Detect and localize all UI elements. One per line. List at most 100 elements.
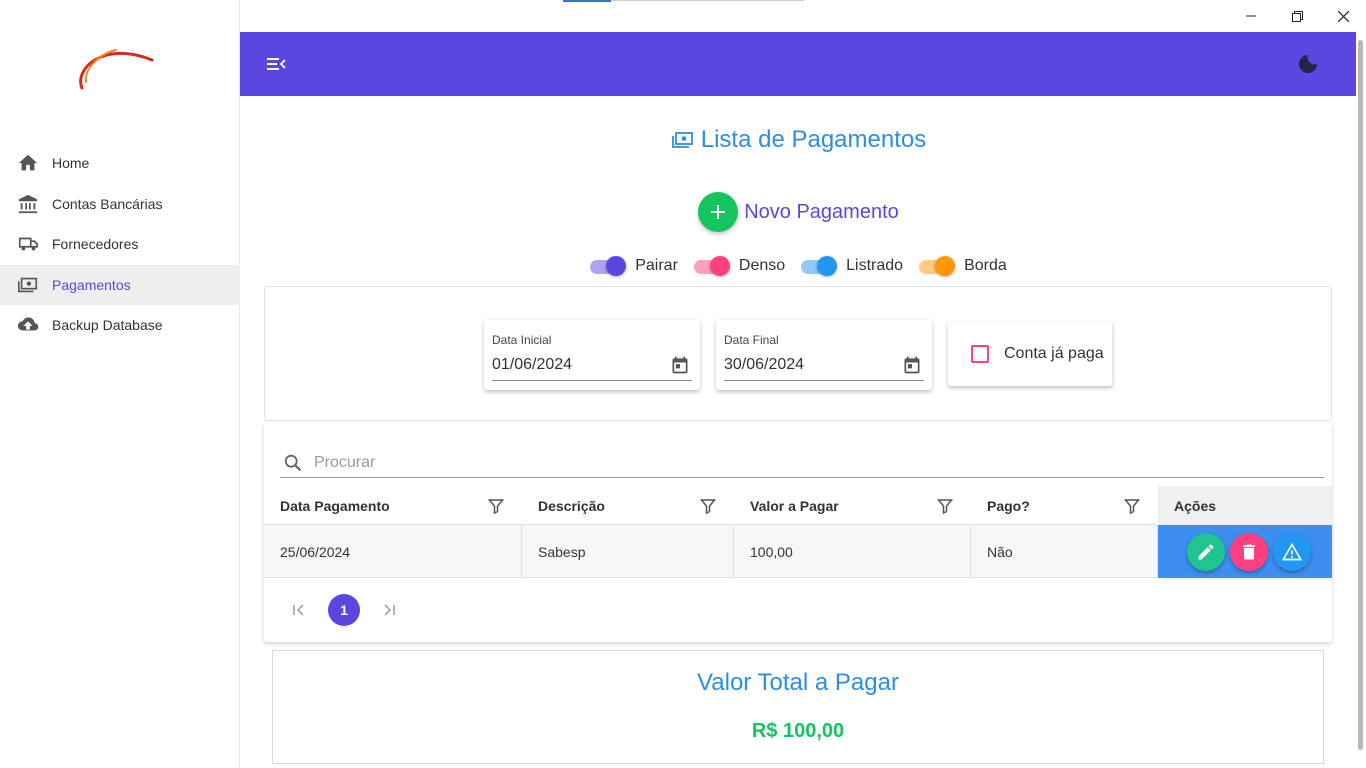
table-row[interactable]: 25/06/2024 Sabesp 100,00 Não xyxy=(264,525,1332,578)
column-header[interactable]: Pago? xyxy=(971,486,1158,525)
title-tab-indicator xyxy=(563,0,611,2)
new-payment-label[interactable]: Novo Pagamento xyxy=(744,201,899,224)
new-payment-group: Novo Pagamento xyxy=(241,192,1356,232)
column-title: Descrição xyxy=(538,497,605,514)
total-panel: Valor Total a Pagar R$ 100,00 xyxy=(272,650,1324,764)
column-header[interactable]: Data Pagamento xyxy=(264,486,522,525)
sidebar-item-contas-bancarias[interactable]: Contas Bancárias xyxy=(0,184,240,225)
toggle-label: Pairar xyxy=(635,257,678,274)
warning-icon xyxy=(1282,542,1302,560)
search-input[interactable]: Procurar xyxy=(314,454,375,472)
truck-icon xyxy=(16,232,40,256)
toggle-borda[interactable]: Borda xyxy=(919,256,1007,276)
minimize-icon[interactable] xyxy=(1228,0,1274,32)
restore-icon[interactable] xyxy=(1274,0,1320,32)
start-date-field[interactable]: Data Inicial 01/06/2024 xyxy=(484,320,700,390)
end-date-field[interactable]: Data Final 30/06/2024 xyxy=(716,320,932,390)
last-page-icon[interactable] xyxy=(374,595,404,625)
calendar-icon[interactable] xyxy=(670,355,690,375)
cell-descricao: Sabesp xyxy=(522,525,734,578)
add-payment-button[interactable] xyxy=(698,192,739,232)
sidebar-item-label: Pagamentos xyxy=(52,276,131,293)
payments-table: Procurar Data Pagamento Descrição Valor … xyxy=(264,422,1332,642)
column-header[interactable]: Descrição xyxy=(522,486,734,525)
app-logo xyxy=(72,40,156,92)
first-page-icon[interactable] xyxy=(284,595,314,625)
search-icon xyxy=(282,452,304,474)
filter-panel: Data Inicial 01/06/2024 Data Final 30/06… xyxy=(264,286,1332,421)
sidebar-item-label: Fornecedores xyxy=(52,236,139,253)
cell-data-pagamento: 25/06/2024 xyxy=(264,525,522,578)
plus-icon xyxy=(711,205,726,219)
sidebar-nav: Home Contas Bancárias Fornecedores Pagam… xyxy=(0,143,240,346)
title-tab-line xyxy=(611,0,804,1)
column-title: Valor a Pagar xyxy=(750,497,839,514)
dark-mode-icon[interactable] xyxy=(1296,52,1320,76)
menu-collapse-icon[interactable] xyxy=(264,52,288,76)
close-icon[interactable] xyxy=(1320,0,1366,32)
paid-filter[interactable]: Conta já paga xyxy=(948,322,1112,386)
paid-checkbox-label: Conta já paga xyxy=(1004,345,1104,362)
toggle-pairar[interactable]: Pairar xyxy=(590,256,678,276)
search-bar[interactable]: Procurar xyxy=(280,448,1324,478)
sidebar-item-label: Home xyxy=(52,155,90,172)
calendar-icon[interactable] xyxy=(902,355,922,375)
pagination: 1 xyxy=(284,594,404,626)
delete-button[interactable] xyxy=(1230,532,1268,571)
field-underline xyxy=(724,380,924,381)
column-header-actions: Ações xyxy=(1158,486,1332,525)
field-underline xyxy=(492,380,692,381)
table-header: Data Pagamento Descrição Valor a Pagar P… xyxy=(264,486,1332,525)
sidebar-item-home[interactable]: Home xyxy=(0,143,240,184)
toggle-listrado[interactable]: Listrado xyxy=(801,256,903,276)
end-date-label: Data Final xyxy=(724,333,779,347)
filter-icon[interactable] xyxy=(1124,498,1140,514)
cell-pago: Não xyxy=(971,525,1158,578)
paid-checkbox[interactable] xyxy=(971,345,989,363)
filter-icon[interactable] xyxy=(488,498,504,514)
end-date-value[interactable]: 30/06/2024 xyxy=(724,356,804,374)
start-date-label: Data Inicial xyxy=(492,333,552,347)
switch[interactable] xyxy=(919,256,956,276)
sidebar-item-backup-database[interactable]: Backup Database xyxy=(0,305,240,346)
column-header[interactable]: Valor a Pagar xyxy=(734,486,971,525)
warning-button[interactable] xyxy=(1273,532,1311,571)
toggle-label: Denso xyxy=(738,257,786,274)
sidebar-item-fornecedores[interactable]: Fornecedores xyxy=(0,224,240,265)
switch[interactable] xyxy=(693,256,730,276)
sidebar-item-label: Contas Bancárias xyxy=(52,195,163,212)
edit-icon xyxy=(1198,543,1214,559)
scrollbar[interactable] xyxy=(1356,32,1366,768)
start-date-value[interactable]: 01/06/2024 xyxy=(492,356,572,374)
toggle-label: Borda xyxy=(964,257,1007,274)
cloud-upload-icon xyxy=(16,313,40,337)
filter-icon[interactable] xyxy=(937,498,953,514)
total-title: Valor Total a Pagar xyxy=(697,669,899,696)
home-icon xyxy=(16,151,40,175)
filter-icon[interactable] xyxy=(700,498,716,514)
payments-icon xyxy=(16,273,40,297)
switch[interactable] xyxy=(590,256,627,276)
window-controls xyxy=(1228,0,1366,32)
switch[interactable] xyxy=(801,256,838,276)
sidebar-item-label: Backup Database xyxy=(52,317,163,334)
scrollbar-thumb[interactable] xyxy=(1358,40,1363,750)
page-title-text: Lista de Pagamentos xyxy=(700,126,927,153)
delete-icon xyxy=(1243,544,1255,559)
toggle-denso[interactable]: Denso xyxy=(693,256,786,276)
column-title: Data Pagamento xyxy=(280,497,390,514)
page-title: Lista de Pagamentos xyxy=(241,126,1356,154)
bank-icon xyxy=(16,192,40,216)
total-value: R$ 100,00 xyxy=(751,720,845,742)
main-content: Lista de Pagamentos Novo Pagamento Paira… xyxy=(241,96,1356,768)
cell-actions xyxy=(1158,525,1332,578)
sidebar-item-pagamentos[interactable]: Pagamentos xyxy=(0,264,240,305)
table-options: Pairar Denso Listrado Borda xyxy=(241,256,1356,276)
sidebar: Home Contas Bancárias Fornecedores Pagam… xyxy=(0,0,240,768)
cell-valor: 100,00 xyxy=(734,525,971,578)
edit-button[interactable] xyxy=(1187,532,1225,571)
app-bar xyxy=(240,32,1356,96)
column-title: Ações xyxy=(1174,497,1217,514)
payments-icon xyxy=(671,128,695,152)
page-button[interactable]: 1 xyxy=(328,594,360,626)
